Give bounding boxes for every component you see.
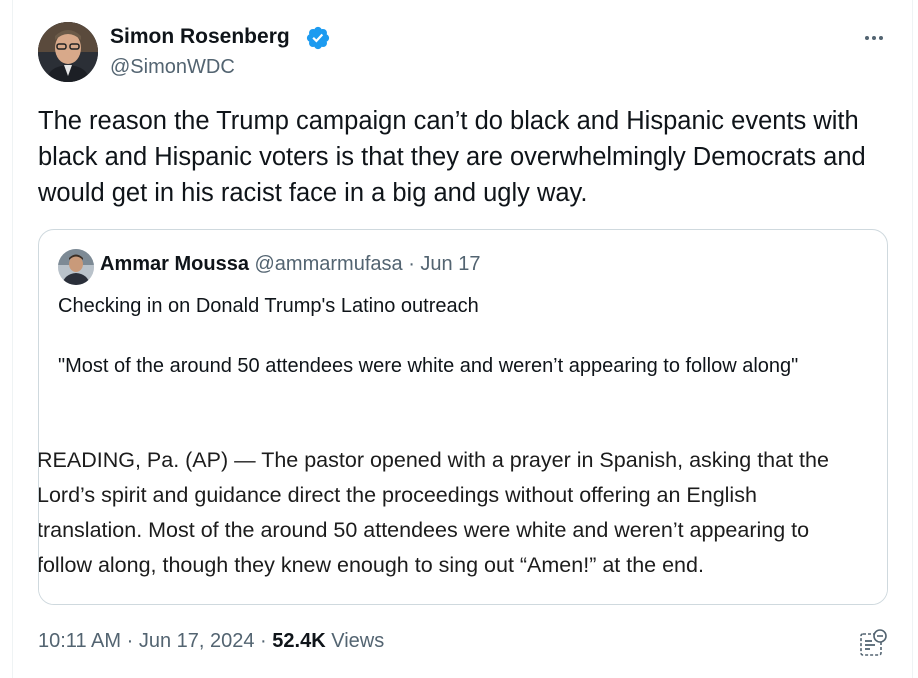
tweet-text: The reason the Trump campaign can’t do b… — [38, 107, 866, 207]
tweet-meta: 10:11 AM · Jun 17, 2024 · 52.4K Views — [38, 630, 384, 653]
quote-text: Checking in on Donald Trump's Latino out… — [58, 291, 873, 381]
left-border — [12, 0, 13, 678]
views-count: 52.4K — [272, 630, 326, 652]
article-screenshot-text: READING, Pa. (AP) — The pastor opened wi… — [39, 443, 887, 583]
quote-date[interactable]: Jun 17 — [420, 253, 480, 275]
article-line: READING, Pa. (AP) — The pastor opened wi… — [39, 448, 829, 472]
quote-tweet-card[interactable]: Ammar Moussa @ammarmufasa · Jun 17 Check… — [38, 229, 888, 605]
quote-author-name[interactable]: Ammar Moussa — [100, 253, 249, 275]
author-display-name[interactable]: Simon Rosenberg — [110, 25, 290, 49]
quote-text-line: Checking in on Donald Trump's Latino out… — [58, 295, 479, 317]
more-options-icon — [865, 36, 883, 40]
author-avatar[interactable] — [38, 22, 98, 82]
quote-author-avatar[interactable] — [58, 249, 94, 285]
tweet-time[interactable]: 10:11 AM — [38, 630, 121, 652]
verified-badge-icon[interactable] — [305, 25, 331, 51]
quote-header: Ammar Moussa @ammarmufasa · Jun 17 — [100, 253, 480, 276]
quote-text-line: "Most of the around 50 attendees were wh… — [58, 355, 799, 377]
article-line: follow along, though they knew enough to… — [39, 553, 704, 577]
meta-separator: · — [126, 630, 134, 652]
article-line: Lord’s spirit and guidance direct the pr… — [39, 483, 757, 507]
author-handle[interactable]: @SimonWDC — [110, 56, 235, 79]
quote-separator: · — [408, 253, 415, 275]
quote-media-image[interactable]: READING, Pa. (AP) — The pastor opened wi… — [39, 435, 887, 604]
views-label: Views — [331, 630, 385, 652]
right-border — [912, 0, 913, 678]
avatar-photo — [38, 22, 98, 82]
more-options-button[interactable] — [858, 22, 890, 54]
avatar-photo — [58, 249, 94, 285]
analytics-icon[interactable] — [858, 628, 888, 658]
meta-separator: · — [260, 630, 267, 652]
quote-author-handle[interactable]: @ammarmufasa — [255, 253, 403, 275]
article-line: translation. Most of the around 50 atten… — [39, 518, 810, 542]
tweet-date[interactable]: Jun 17, 2024 — [139, 630, 255, 652]
